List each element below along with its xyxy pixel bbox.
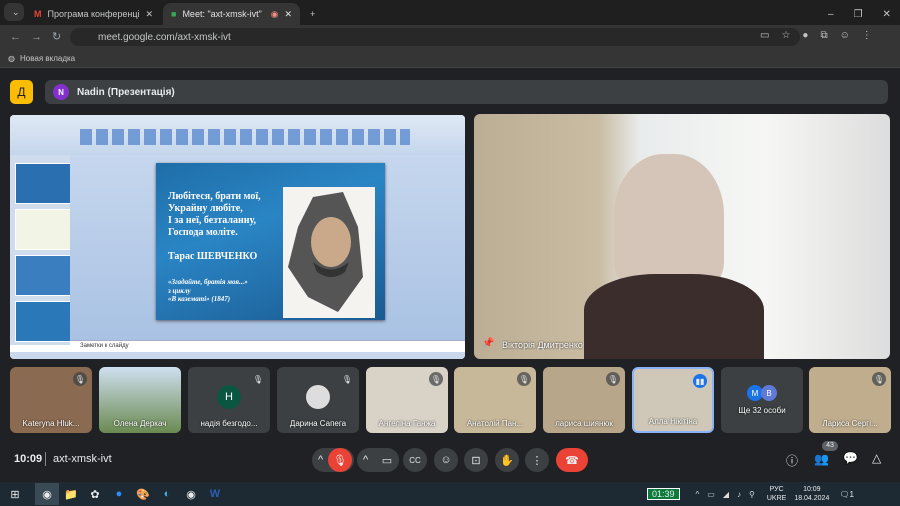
- mic-off-icon: 🎙: [340, 372, 354, 386]
- emoji-button[interactable]: ☺: [434, 448, 458, 472]
- participant-tile-speaking[interactable]: ▮▮ Алла Нікітіна: [632, 367, 714, 433]
- slide-thumbnails[interactable]: [10, 155, 72, 345]
- mic-toggle-button[interactable]: 🎙: [328, 448, 352, 472]
- close-icon[interactable]: ✕: [145, 9, 153, 20]
- presenter-bar: N Nadin (Презентація): [45, 80, 888, 104]
- address-bar-row: ←→↻ meet.google.com/axt-xmsk-ivt ▭☆●⧉☺⋮: [0, 25, 900, 49]
- slide-source: «Згадайте, братія моя...» з циклу «В казем…: [168, 278, 248, 303]
- minimize-icon[interactable]: –: [828, 9, 834, 20]
- clock[interactable]: 10:09 18.04.2024: [794, 485, 829, 503]
- mic-off-icon: 🎙: [429, 372, 443, 386]
- mic-off-icon: 🎙: [73, 372, 87, 386]
- participant-tile[interactable]: Олена Деркач: [99, 367, 181, 433]
- meeting-code: axt-xmsk-ivt: [53, 453, 112, 465]
- meet-icon: ■: [171, 9, 177, 19]
- bookmarks-bar: ◍ Новая вкладка: [0, 49, 900, 68]
- chrome-icon[interactable]: ◉: [35, 483, 59, 505]
- url-field[interactable]: meet.google.com/axt-xmsk-ivt: [70, 28, 800, 46]
- bookmark-new-tab[interactable]: Новая вкладка: [20, 54, 75, 63]
- participants-count: 43: [822, 441, 838, 451]
- participant-tile[interactable]: 🎙 лариса шиянюк: [543, 367, 625, 433]
- tab-gmail[interactable]: MПрограма конференції "Обр✕: [26, 3, 161, 25]
- participant-tile[interactable]: 🎙 Дарина Сапега: [277, 367, 359, 433]
- participant-tile[interactable]: 🎙 Ангеліна Ганжа: [366, 367, 448, 433]
- browser-tab-bar: ⌄ MПрограма конференції "Обр✕ ■Meet: "ax…: [0, 0, 900, 25]
- globe-icon: ◍: [8, 53, 15, 63]
- current-slide: Любітеся, брати мої, Украйну любіте, І за …: [156, 163, 385, 320]
- notifications-icon[interactable]: 🗨1: [839, 490, 854, 499]
- main-speaker-video: 📌 Вікторія Дмитренко: [474, 114, 890, 359]
- edge-icon[interactable]: ◐: [155, 483, 179, 505]
- participant-tile[interactable]: 🎙 Hнадія безгодо...: [188, 367, 270, 433]
- speaker-name: Вікторія Дмитренко: [502, 340, 583, 350]
- paint-icon[interactable]: 🎨: [131, 483, 155, 505]
- maximize-icon[interactable]: ❐: [854, 9, 863, 20]
- tray-icons[interactable]: ^▭◢♪⚲: [696, 490, 763, 499]
- speaking-icon: ▮▮: [693, 374, 707, 388]
- recording-icon: ◉: [270, 8, 279, 19]
- presentation-screen[interactable]: Любітеся, брати мої, Украйну любіте, І за …: [10, 115, 465, 359]
- meeting-time: 10:09: [14, 453, 43, 465]
- explorer-icon[interactable]: 📁: [59, 483, 83, 505]
- more-options-button[interactable]: ⋮: [525, 448, 549, 472]
- slide-poem: Любітеся, брати мої, Украйну любіте, І за …: [168, 191, 261, 238]
- camera-toggle-button[interactable]: ▭: [375, 448, 399, 472]
- chrome-profile-icon[interactable]: ◉: [179, 483, 203, 505]
- status-bar: [10, 352, 465, 359]
- close-window-icon[interactable]: ✕: [883, 9, 891, 20]
- present-button[interactable]: ⊡: [464, 448, 488, 472]
- app-icon[interactable]: ✿: [83, 483, 107, 505]
- word-icon[interactable]: W: [203, 483, 227, 505]
- gmail-icon: M: [34, 9, 42, 19]
- zoom-icon[interactable]: ●: [107, 483, 131, 505]
- shevchenko-portrait: [283, 187, 375, 318]
- language-indicator[interactable]: РУС UKRE: [767, 485, 786, 503]
- end-call-button[interactable]: ☎: [556, 448, 588, 472]
- companion-logo[interactable]: Д: [10, 80, 33, 104]
- tab-search-button[interactable]: ⌄: [4, 3, 24, 21]
- powerpoint-ribbon: [10, 115, 465, 155]
- captions-button[interactable]: CC: [403, 448, 427, 472]
- start-icon[interactable]: ⊞: [3, 483, 27, 505]
- toolbar-icons[interactable]: ▭☆●⧉☺⋮: [760, 30, 884, 41]
- info-icon[interactable]: ⓘ: [786, 452, 798, 469]
- windows-taskbar: ⊞ ◉ 📁 ✿ ● 🎨 ◐ ◉ W 01:39 ^▭◢♪⚲ РУС UKRE 10…: [0, 482, 900, 506]
- mic-off-icon: 🎙: [872, 372, 886, 386]
- chat-icon[interactable]: 💬: [843, 451, 858, 465]
- pin-icon[interactable]: 📌: [482, 338, 494, 349]
- avatar: N: [53, 84, 69, 100]
- new-tab-button[interactable]: +: [302, 3, 323, 25]
- raise-hand-button[interactable]: ✋: [495, 448, 519, 472]
- participant-tile[interactable]: 🎙 Лариса Сергі...: [809, 367, 891, 433]
- avatar: [306, 385, 330, 409]
- slide-notes[interactable]: Заметки к слайду: [70, 340, 465, 352]
- nav-buttons[interactable]: ←→↻: [10, 30, 71, 43]
- slide-author: Тарас ШЕВЧЕНКО: [168, 251, 258, 262]
- mic-off-icon: 🎙: [517, 372, 531, 386]
- tab-meet[interactable]: ■ Meet: "axt-xmsk-ivt" ◉ ✕: [163, 3, 300, 25]
- mic-off-icon: 🎙: [251, 372, 265, 386]
- activities-icon[interactable]: △: [872, 451, 881, 465]
- participant-tile[interactable]: 🎙 Kateryna Hluk...: [10, 367, 92, 433]
- people-icon[interactable]: 👥: [814, 452, 829, 466]
- participant-tile[interactable]: 🎙 Анатолій Пан...: [454, 367, 536, 433]
- more-participants-tile[interactable]: M B Ще 32 особи: [721, 367, 803, 433]
- timer: 01:39: [647, 488, 680, 500]
- mic-off-icon: 🎙: [606, 372, 620, 386]
- window-controls[interactable]: – ❐ ✕: [820, 3, 899, 25]
- close-icon[interactable]: ✕: [284, 9, 292, 20]
